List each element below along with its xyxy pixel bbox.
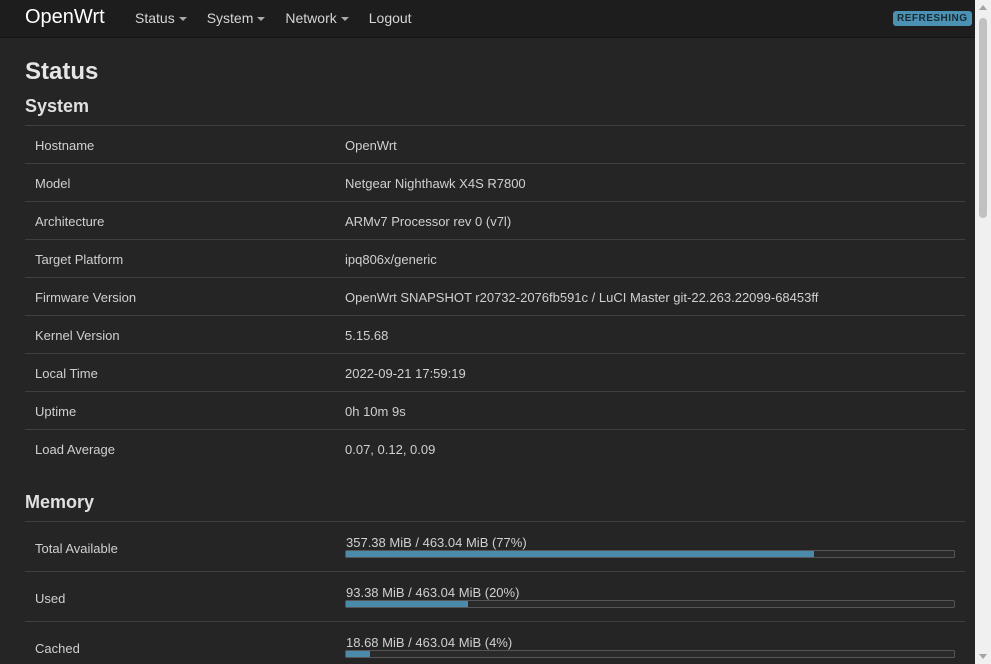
scroll-up-button[interactable] — [975, 0, 991, 16]
nav-system-menu[interactable]: System — [207, 10, 266, 26]
brand-logo[interactable]: OpenWrt — [25, 6, 105, 29]
row-value: Netgear Nighthawk X4S R7800 — [345, 176, 526, 191]
nav-status-label: Status — [135, 10, 175, 26]
nav-network-label: Network — [285, 10, 337, 26]
row-label: Kernel Version — [35, 328, 120, 343]
table-row: Local Time 2022-09-21 17:59:19 — [25, 353, 965, 391]
caret-down-icon — [178, 17, 187, 21]
row-label: Total Available — [35, 541, 118, 556]
row-value: OpenWrt — [345, 138, 397, 153]
row-label: Architecture — [35, 214, 105, 229]
system-section-title: System — [25, 96, 90, 116]
nav-logout-link[interactable]: Logout — [369, 10, 412, 26]
row-label: Hostname — [35, 138, 95, 153]
row-value: ipq806x/generic — [345, 252, 437, 267]
table-row: Cached 18.68 MiB / 463.04 MiB (4%) — [25, 621, 965, 664]
memory-bar-text: 357.38 MiB / 463.04 MiB (77%) — [346, 535, 527, 550]
row-value: 0.07, 0.12, 0.09 — [345, 442, 436, 457]
row-value: 2022-09-21 17:59:19 — [345, 366, 466, 381]
row-label: Uptime — [35, 404, 77, 419]
nav-status-menu[interactable]: Status — [135, 10, 187, 26]
scroll-down-button[interactable] — [975, 648, 991, 664]
nav-system-label: System — [206, 10, 254, 26]
table-row: Target Platform ipq806x/generic — [25, 239, 965, 277]
row-label: Used — [35, 591, 66, 606]
refreshing-badge[interactable]: REFRESHING — [893, 11, 972, 26]
memory-progress-bar — [345, 600, 955, 608]
arrow-down-icon — [979, 654, 987, 659]
table-row: Firmware Version OpenWrt SNAPSHOT r20732… — [25, 277, 965, 315]
row-label: Target Platform — [35, 252, 124, 267]
nav-menu: Status System Network Logout — [135, 10, 432, 26]
table-row: Total Available 357.38 MiB / 463.04 MiB … — [25, 521, 965, 571]
row-label: Cached — [35, 641, 80, 656]
caret-down-icon — [340, 17, 349, 21]
memory-progress-fill — [346, 601, 468, 607]
row-value: ARMv7 Processor rev 0 (v7l) — [345, 214, 512, 229]
memory-progress-bar — [345, 650, 955, 658]
memory-section-title: Memory — [25, 492, 95, 512]
table-row: Used 93.38 MiB / 463.04 MiB (20%) — [25, 571, 965, 621]
scroll-thumb[interactable] — [979, 18, 987, 218]
memory-progress-fill — [346, 651, 371, 657]
memory-bar-text: 93.38 MiB / 463.04 MiB (20%) — [346, 585, 520, 600]
row-value: 0h 10m 9s — [345, 404, 406, 419]
memory-table: Total Available 357.38 MiB / 463.04 MiB … — [25, 521, 965, 664]
table-row: Kernel Version 5.15.68 — [25, 315, 965, 353]
row-label: Model — [35, 176, 71, 191]
vertical-scrollbar[interactable] — [975, 0, 991, 664]
table-row: Model Netgear Nighthawk X4S R7800 — [25, 163, 965, 201]
memory-progress-bar — [345, 550, 955, 558]
row-value: 5.15.68 — [345, 328, 389, 343]
table-row: Load Average 0.07, 0.12, 0.09 — [25, 429, 965, 467]
table-row: Hostname OpenWrt — [25, 125, 965, 163]
memory-bar-text: 18.68 MiB / 463.04 MiB (4%) — [346, 635, 513, 650]
table-row: Architecture ARMv7 Processor rev 0 (v7l) — [25, 201, 965, 239]
arrow-up-icon — [979, 5, 987, 10]
nav-network-menu[interactable]: Network — [285, 10, 349, 26]
memory-progress-fill — [346, 551, 815, 557]
page-title: Status — [25, 58, 99, 85]
table-row: Uptime 0h 10m 9s — [25, 391, 965, 429]
system-info-table: Hostname OpenWrt Model Netgear Nighthawk… — [25, 125, 965, 467]
row-label: Firmware Version — [35, 290, 137, 305]
row-value: OpenWrt SNAPSHOT r20732-2076fb591c / LuC… — [345, 290, 819, 305]
row-label: Local Time — [35, 366, 98, 381]
nav-logout-label: Logout — [368, 10, 412, 26]
row-label: Load Average — [35, 442, 115, 457]
top-navbar: OpenWrt Status System Network Logout REF… — [0, 0, 975, 38]
caret-down-icon — [257, 17, 266, 21]
